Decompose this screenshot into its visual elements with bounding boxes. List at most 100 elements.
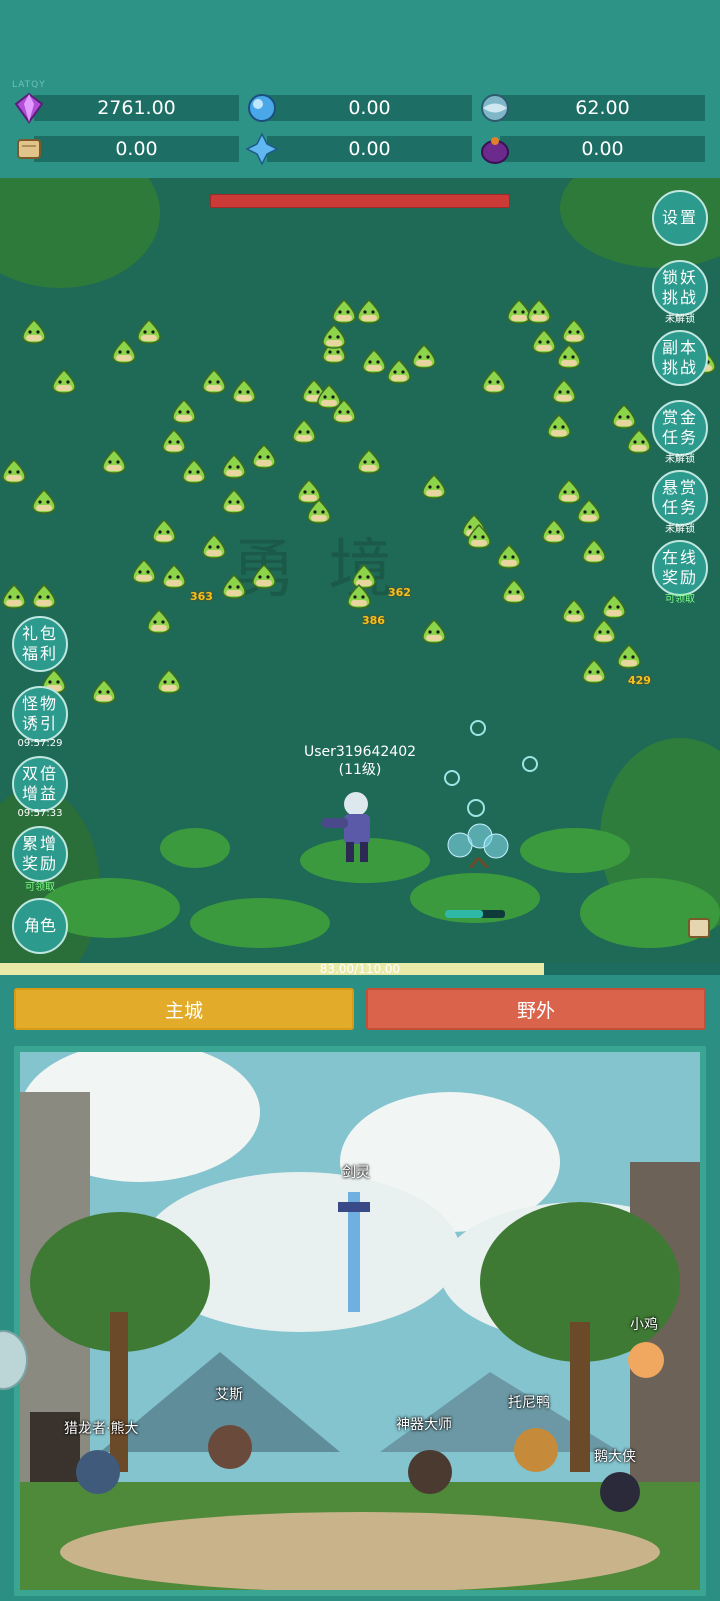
accumulated-reward-button[interactable]: 累增奖励 (12, 826, 68, 882)
dungeon-challenge-button[interactable]: 副本挑战 (652, 330, 708, 386)
double-buff-button[interactable]: 双倍增益 (12, 756, 68, 812)
slime-monster[interactable] (100, 448, 128, 474)
slime-monster[interactable] (170, 398, 198, 424)
slime-monster[interactable] (20, 318, 48, 344)
slime-monster[interactable] (160, 563, 188, 589)
slime-monster[interactable] (560, 318, 588, 344)
npc-master-figure[interactable] (408, 1450, 452, 1494)
slime-monster[interactable] (495, 543, 523, 569)
slime-monster[interactable] (220, 573, 248, 599)
npc-goose-label[interactable]: 鹅大侠 (594, 1446, 636, 1466)
slime-monster[interactable] (360, 348, 388, 374)
slime-monster[interactable] (320, 323, 348, 349)
slime-monster[interactable] (525, 298, 553, 324)
slime-monster[interactable] (290, 418, 318, 444)
slime-monster[interactable] (150, 518, 178, 544)
damage-number: 386 (362, 614, 385, 627)
damage-number: 362 (388, 586, 411, 599)
tab-wild[interactable]: 野外 (366, 988, 706, 1030)
npc-sword-label[interactable]: 剑灵 (342, 1162, 370, 1182)
slime-monster[interactable] (330, 398, 358, 424)
slime-monster[interactable] (410, 343, 438, 369)
slime-monster[interactable] (540, 518, 568, 544)
tab-main-city[interactable]: 主城 (14, 988, 354, 1030)
slime-monster[interactable] (130, 558, 158, 584)
slime-monster[interactable] (355, 298, 383, 324)
boss-hp-bar (210, 194, 510, 208)
slime-monster[interactable] (30, 583, 58, 609)
bounty-quest-button[interactable]: 悬赏任务 (652, 470, 708, 526)
town-background (20, 1052, 700, 1590)
slime-monster[interactable] (155, 668, 183, 694)
slime-monster[interactable] (220, 453, 248, 479)
npc-hunter-label[interactable]: 猎龙者·熊大 (64, 1418, 138, 1438)
accumulated-reward-status: 可领取 (25, 882, 55, 893)
slime-monster[interactable] (615, 643, 643, 669)
slime-monster[interactable] (110, 338, 138, 364)
chest-icon[interactable] (688, 918, 710, 938)
slime-monster[interactable] (530, 328, 558, 354)
gift-pack-button[interactable]: 礼包福利 (12, 616, 68, 672)
slime-monster[interactable] (385, 358, 413, 384)
slime-monster[interactable] (0, 583, 28, 609)
npc-hunter-figure[interactable] (76, 1450, 120, 1494)
slime-monster[interactable] (250, 563, 278, 589)
slime-monster[interactable] (305, 498, 333, 524)
npc-chick-figure[interactable] (628, 1342, 664, 1378)
npc-ace-label[interactable]: 艾斯 (215, 1384, 243, 1404)
slime-monster[interactable] (420, 473, 448, 499)
npc-master-label[interactable]: 神器大师 (396, 1414, 452, 1434)
bubble-tree-icon (444, 720, 538, 868)
purple-pouch-icon (481, 137, 509, 164)
settings-button[interactable]: 设置 (652, 190, 708, 246)
scroll-icon (17, 139, 41, 159)
slime-monster[interactable] (90, 678, 118, 704)
slime-monster[interactable] (145, 608, 173, 634)
slime-monster[interactable] (465, 523, 493, 549)
character-button[interactable]: 角色 (12, 898, 68, 954)
tiny-label: LATQY (12, 80, 46, 90)
tree-gauge (445, 910, 505, 918)
battle-field[interactable]: 勇 境 363 362 386 429 User319642402 (11级) (0, 178, 720, 968)
resource-gem: 2761.00 (12, 92, 239, 124)
xp-text: 83.00/110.00 (319, 962, 401, 976)
slime-monster[interactable] (345, 583, 373, 609)
slime-monster[interactable] (160, 428, 188, 454)
lock-demon-challenge-button[interactable]: 锁妖挑战 (652, 260, 708, 316)
slime-monster[interactable] (50, 368, 78, 394)
npc-ace-figure[interactable] (208, 1425, 252, 1469)
npc-chick-label[interactable]: 小鸡 (630, 1314, 658, 1334)
npc-goose-figure[interactable] (600, 1472, 640, 1512)
slime-monster[interactable] (230, 378, 258, 404)
slime-monster[interactable] (330, 298, 358, 324)
purple-gem-icon (14, 92, 44, 124)
online-reward-button[interactable]: 在线奖励 (652, 540, 708, 596)
slime-monster[interactable] (30, 488, 58, 514)
slime-monster[interactable] (180, 458, 208, 484)
slime-monster[interactable] (220, 488, 248, 514)
slime-monster[interactable] (590, 618, 618, 644)
gold-quest-button[interactable]: 赏金任务 (652, 400, 708, 456)
slime-monster[interactable] (600, 593, 628, 619)
slime-monster[interactable] (420, 618, 448, 644)
slime-monster[interactable] (135, 318, 163, 344)
slime-monster[interactable] (500, 578, 528, 604)
slime-monster[interactable] (200, 533, 228, 559)
slime-monster[interactable] (200, 368, 228, 394)
slime-monster[interactable] (480, 368, 508, 394)
npc-duck-figure[interactable] (514, 1428, 558, 1472)
slime-monster[interactable] (545, 413, 573, 439)
slime-monster[interactable] (610, 403, 638, 429)
slime-monster[interactable] (555, 343, 583, 369)
slime-monster[interactable] (580, 538, 608, 564)
slime-monster[interactable] (550, 378, 578, 404)
slime-monster[interactable] (0, 458, 28, 484)
slime-monster[interactable] (250, 443, 278, 469)
slime-monster[interactable] (560, 598, 588, 624)
slime-monster[interactable] (575, 498, 603, 524)
npc-duck-label[interactable]: 托尼鸭 (508, 1392, 550, 1412)
slime-monster[interactable] (580, 658, 608, 684)
slime-monster[interactable] (625, 428, 653, 454)
slime-monster[interactable] (355, 448, 383, 474)
monster-lure-button[interactable]: 怪物诱引 (12, 686, 68, 742)
